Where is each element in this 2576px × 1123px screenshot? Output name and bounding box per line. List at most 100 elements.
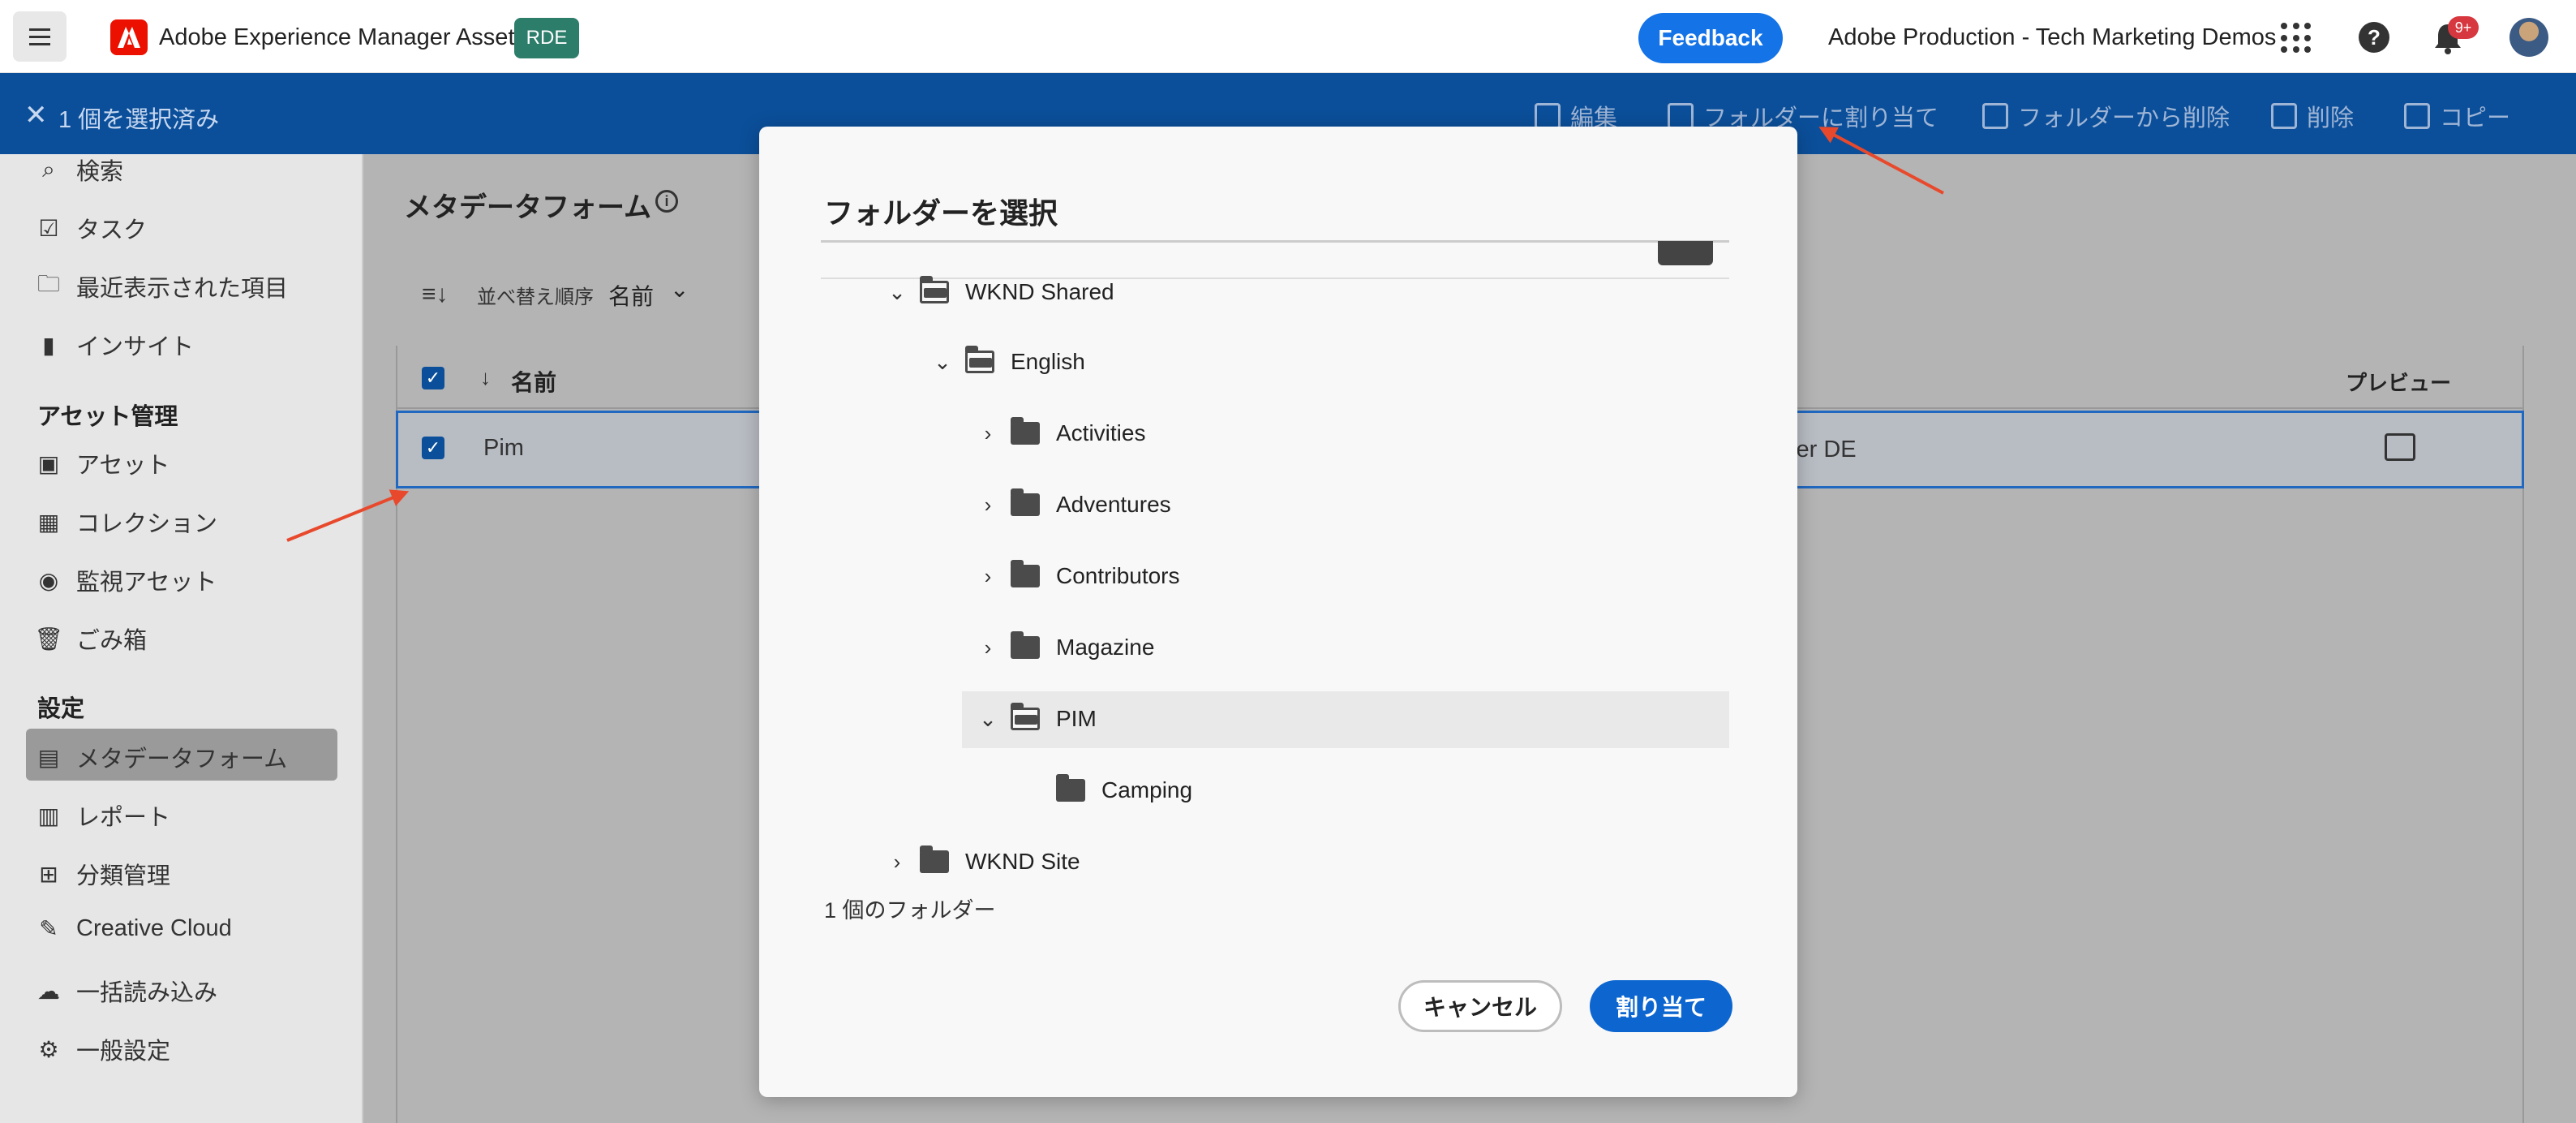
folder-open-icon xyxy=(965,346,994,373)
sidebar-item-label: レポート xyxy=(76,805,171,831)
folder-count: 1 個のフォルダー xyxy=(824,898,996,923)
tree-item-wknd-site[interactable]: › WKND Site xyxy=(884,845,1080,878)
sidebar-section-settings: 設定 xyxy=(37,696,85,722)
collections-icon: ▦ xyxy=(37,509,60,535)
tree-item-english[interactable]: ⌄ English xyxy=(930,346,1085,378)
recent-icon: 🗀 xyxy=(36,271,60,296)
sidebar-item-trash[interactable]: 🗑 ごみ箱 xyxy=(34,622,148,656)
chevron-down-icon[interactable]: ⌄ xyxy=(670,276,689,303)
sidebar-item-insights[interactable]: ▮ インサイト xyxy=(36,328,194,362)
assign-button[interactable]: 割り当て xyxy=(1590,980,1732,1032)
tree-item-wknd-shared[interactable]: ⌄ WKND Shared xyxy=(884,276,1114,308)
chevron-right-icon[interactable]: › xyxy=(975,564,1001,589)
sidebar-item-watched[interactable]: ◉ 監視アセット xyxy=(36,563,217,597)
column-header-preview: プレビュー xyxy=(2346,371,2452,395)
tree-item-activities[interactable]: › Activities xyxy=(975,417,1145,450)
cancel-button[interactable]: キャンセル xyxy=(1398,980,1562,1032)
row-checkbox[interactable]: ✓ xyxy=(422,437,444,459)
column-header-name[interactable]: 名前 xyxy=(511,365,556,398)
metadata-form-icon: ▤ xyxy=(37,744,60,770)
sidebar-item-assets[interactable]: ▣ アセット xyxy=(36,446,170,480)
copy-icon xyxy=(2404,103,2430,129)
sidebar-item-creative-cloud[interactable]: ✎ Creative Cloud xyxy=(36,915,232,942)
sidebar-item-label: インサイト xyxy=(76,334,195,360)
folder-icon xyxy=(1056,774,1085,802)
trash-icon xyxy=(2271,103,2297,129)
hamburger-menu-button[interactable] xyxy=(13,11,67,62)
sort-arrow-icon[interactable]: ↓ xyxy=(480,365,491,390)
sidebar-item-metadata-forms[interactable]: ▤ メタデータフォーム xyxy=(36,740,287,774)
tree-item-label: Contributors xyxy=(1056,563,1180,588)
tree-toolbar-button[interactable] xyxy=(1658,241,1713,265)
feedback-button[interactable]: Feedback xyxy=(1638,13,1783,63)
help-icon[interactable]: ? xyxy=(2359,22,2389,53)
chevron-right-icon[interactable]: › xyxy=(975,493,1001,518)
delete-action-label: 削除 xyxy=(2307,105,2355,131)
assign-folder-icon xyxy=(1668,103,1694,129)
gear-icon: ⚙ xyxy=(38,1036,59,1062)
sort-icon[interactable]: ≡↓ xyxy=(422,281,449,308)
sidebar-item-bulk-import[interactable]: ☁ 一括読み込み xyxy=(36,974,217,1008)
sidebar-item-label: メタデータフォーム xyxy=(76,747,288,772)
chevron-right-icon[interactable]: › xyxy=(975,635,1001,660)
copy-action-label: コピー xyxy=(2440,105,2511,131)
tree-item-label: PIM xyxy=(1056,706,1097,731)
chevron-down-icon[interactable]: ⌄ xyxy=(884,280,910,305)
user-avatar[interactable] xyxy=(2509,18,2548,57)
sidebar-item-label: 監視アセット xyxy=(76,570,217,596)
chevron-down-icon[interactable]: ⌄ xyxy=(975,707,1001,732)
sidebar-item-label: ごみ箱 xyxy=(76,628,148,654)
org-switcher[interactable]: Adobe Production - Tech Marketing Demos xyxy=(1828,24,2276,51)
tree-item-label: Camping xyxy=(1101,777,1193,802)
sidebar-item-search[interactable]: ⌕ 検索 xyxy=(36,153,123,187)
tree-item-pim[interactable]: ⌄ PIM xyxy=(975,703,1097,735)
sidebar-item-general-settings[interactable]: ⚙ 一般設定 xyxy=(36,1032,170,1066)
sidebar-item-label: 一般設定 xyxy=(76,1039,171,1065)
tree-item-camping[interactable]: Camping xyxy=(1020,774,1192,807)
select-all-checkbox[interactable]: ✓ xyxy=(422,367,444,389)
sidebar-item-label: タスク xyxy=(76,217,148,243)
folder-open-icon xyxy=(1011,703,1040,730)
sidebar-item-collections[interactable]: ▦ コレクション xyxy=(36,505,217,539)
folder-icon xyxy=(1011,560,1040,587)
sidebar-item-reports[interactable]: ▥ レポート xyxy=(36,798,170,833)
remove-from-folder-button[interactable]: フォルダーから削除 xyxy=(1982,99,2230,133)
tree-item-label: Adventures xyxy=(1056,492,1171,517)
chevron-right-icon[interactable]: › xyxy=(975,421,1001,446)
preview-icon[interactable] xyxy=(2385,433,2415,461)
tree-toolbar xyxy=(821,240,1729,279)
sidebar-item-label: コレクション xyxy=(76,511,218,537)
info-icon[interactable]: i xyxy=(655,190,678,213)
sidebar-item-label: 検索 xyxy=(76,159,124,185)
environment-badge: RDE xyxy=(514,18,579,58)
close-selection-icon[interactable]: ✕ xyxy=(24,99,48,131)
tree-item-contributors[interactable]: › Contributors xyxy=(975,560,1180,592)
insights-icon: ▮ xyxy=(42,332,55,358)
app-title: Adobe Experience Manager Assets xyxy=(159,24,526,50)
assets-icon: ▣ xyxy=(37,450,60,476)
sort-order-select[interactable]: 名前 xyxy=(608,279,654,312)
tree-item-label: WKND Shared xyxy=(965,279,1114,304)
sidebar-item-recent[interactable]: 🗀 最近表示された項目 xyxy=(36,269,288,303)
sidebar-item-taxonomy[interactable]: ⊞ 分類管理 xyxy=(36,857,170,891)
sidebar-item-label: アセット xyxy=(76,453,170,479)
sidebar-item-label: 一括読み込み xyxy=(76,980,218,1006)
dialog-title: フォルダーを選択 xyxy=(824,196,1058,230)
row-name: Pim xyxy=(483,435,524,461)
chevron-right-icon[interactable]: › xyxy=(884,850,910,875)
remove-from-folder-label: フォルダーから削除 xyxy=(2018,105,2230,131)
trash-icon: 🗑 xyxy=(34,626,63,652)
sidebar-item-tasks[interactable]: ☑ タスク xyxy=(36,211,147,245)
delete-action-button[interactable]: 削除 xyxy=(2271,99,2354,133)
search-icon: ⌕ xyxy=(42,156,55,182)
page-title: メタデータフォーム xyxy=(404,192,651,223)
chevron-down-icon[interactable]: ⌄ xyxy=(930,350,955,375)
tree-item-magazine[interactable]: › Magazine xyxy=(975,631,1154,664)
copy-action-button[interactable]: コピー xyxy=(2404,99,2510,133)
sidebar-item-label: 分類管理 xyxy=(76,863,171,889)
tree-item-label: Activities xyxy=(1056,420,1146,445)
tasks-icon: ☑ xyxy=(38,215,59,241)
app-switcher-icon[interactable] xyxy=(2281,23,2312,54)
sidebar-item-label: Creative Cloud xyxy=(76,915,232,941)
tree-item-adventures[interactable]: › Adventures xyxy=(975,488,1171,521)
